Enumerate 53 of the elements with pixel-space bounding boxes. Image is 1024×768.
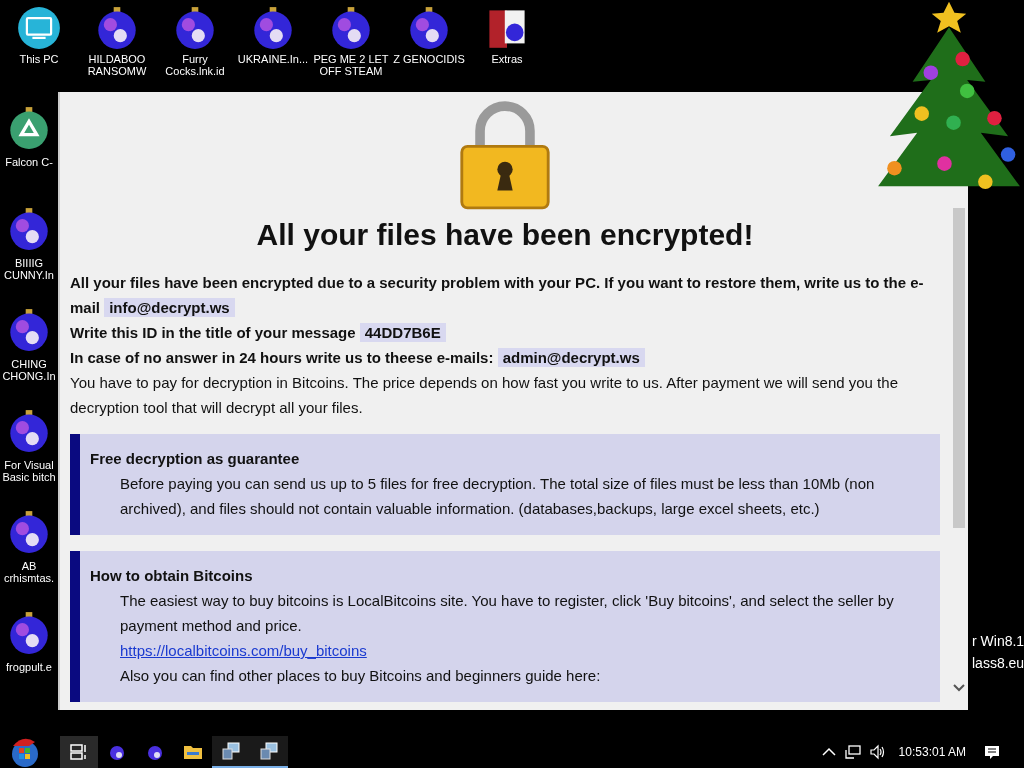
desktop-icon-label[interactable]: Z GENOCIDIS [390, 53, 468, 65]
panel-title: Free decryption as guarantee [90, 449, 301, 469]
desktop-icon-label[interactable]: For Visual Basic bitch [0, 459, 58, 483]
desktop-icon-label[interactable]: Furry Cocks.lnk.id [156, 53, 234, 77]
ornament-icon[interactable] [7, 510, 51, 554]
ornament-icon[interactable] [7, 308, 51, 352]
payment-text: You have to pay for decryption in Bitcoins. The price depends on how fast you write to us. After payment we will send you the decryption tool that will decrypt all your files. [70, 373, 899, 418]
desktop-icon-label[interactable]: CHING CHONG.In [0, 358, 58, 382]
app-window-icon[interactable] [259, 741, 279, 761]
monitor-icon[interactable] [17, 6, 61, 50]
taskbar-button[interactable] [250, 736, 288, 768]
instruction-text: All your files have been encrypted due to a security problem with your PC. If you want to restore them, write us to the e-mail info@decrypt.ws [70, 273, 925, 319]
panel-text: Also you can find other places to buy Bitcoins and beginners guide here: [119, 666, 602, 686]
scroll-thumb[interactable] [953, 208, 965, 528]
ornament-icon[interactable] [7, 207, 51, 251]
panel-title: How to obtain Bitcoins [90, 566, 254, 586]
desktop-icon-label[interactable]: frogpult.e [0, 661, 58, 673]
desktop-text: r Win8.1 [972, 632, 1024, 651]
ornament-icon[interactable] [251, 6, 295, 50]
panel-text: The easiest way to buy bitcoins is LocalBitcoins site. You have to register, click 'Buy bitcoins', and select the seller by payment method and price. [119, 591, 895, 636]
instruction-text: In case of no answer in 24 hours write us to theese e-mails: admin@decrypt.ws [70, 345, 940, 370]
clock-text[interactable]: 10:53:01 AM [898, 745, 966, 759]
highlighted-value: 44DD7B6E [359, 323, 446, 342]
ornament-icon[interactable] [95, 6, 139, 50]
desktop-icon-label[interactable]: HILDABOO RANSOMW [78, 53, 156, 77]
ornament-icon[interactable] [173, 6, 217, 50]
desktop-icon-label[interactable]: Extras [468, 53, 546, 65]
panel-text: Before paying you can send us up to 5 files for free decryption. The total size of files must be less than 10Mb (non archived), and files should not contain valuable information. (databases,backups, large excel sheets, etc.) [119, 474, 876, 519]
app-window-icon[interactable] [221, 741, 241, 761]
ornament-icon[interactable] [7, 611, 51, 655]
desktop-icon-label[interactable]: AB crhismtas. [0, 560, 58, 584]
desktop-icon-label[interactable]: BIIIIG CUNNY.In [0, 257, 58, 281]
task-view-icon[interactable] [69, 742, 89, 762]
highlighted-value: admin@decrypt.ws [497, 348, 645, 367]
volume-icon[interactable] [868, 744, 885, 760]
notification-icon[interactable] [984, 744, 1000, 760]
desktop-icon-label[interactable]: PEG ME 2 LET OFF STEAM [312, 53, 390, 77]
instruction-text: Write this ID in the title of your message 44DD7B6E [70, 320, 940, 345]
chevron-down-icon[interactable] [953, 684, 965, 692]
desktop-text: lass8.eu [972, 654, 1024, 673]
ornament-icon[interactable] [407, 6, 451, 50]
highlighted-value: info@decrypt.ws [104, 298, 235, 317]
desktop-icon-label[interactable]: Falcon C- [0, 156, 58, 168]
ornament-icon[interactable] [329, 6, 373, 50]
desktop-icon-label[interactable]: This PC [0, 53, 78, 65]
taskbar-button[interactable] [60, 736, 98, 768]
desktop-icon-label[interactable]: UKRAINE.In... [234, 53, 312, 65]
network-icon[interactable] [844, 744, 861, 760]
link[interactable]: https://localbitcoins.com/buy_bitcoins [120, 642, 367, 659]
recycle-bin-icon[interactable] [7, 106, 51, 150]
ornament-icon[interactable] [7, 409, 51, 453]
taskbar-button[interactable] [212, 736, 250, 768]
note-heading: All your files have been encrypted! [255, 218, 755, 252]
